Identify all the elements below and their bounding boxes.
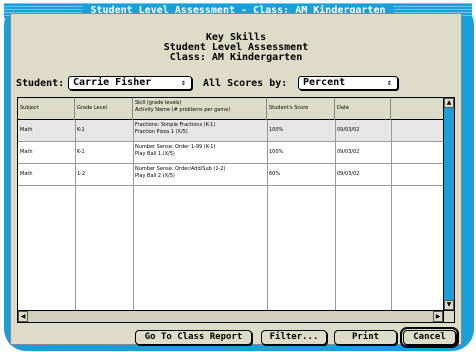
column-divider [391,120,392,310]
horizontal-scrollbar[interactable]: ◀ ▶ [18,310,443,322]
cell-date: 09/03/02 [337,127,360,133]
cell-activity-name: Fraction Pizza 1 (X/5) [135,129,188,135]
cell-activity-name: Play Ball 2 (X/5) [135,173,175,179]
cell-score: 100% [269,149,284,155]
scroll-right-icon[interactable]: ▶ [433,311,443,322]
scrollbar-corner [443,310,454,322]
header-grade-level[interactable]: Grade Level [75,98,133,120]
go-to-class-report-button[interactable]: Go To Class Report [135,330,252,345]
cell-subject: Math [20,171,33,177]
cell-skill: Number Sense: Order/Add/Sub (1-2) Play B… [133,164,267,186]
header-subject[interactable]: Subject [18,98,75,120]
cell-skill-name: Number Sense: Order/Add/Sub (1-2) [135,166,226,172]
cell-activity-name: Play Ball 1 (X/5) [135,151,175,157]
cell-skill-name: Number Sense: Order 1-99 (K-1) [135,144,216,150]
header-skill[interactable]: Skill (grade levels) Activity Name (# pr… [133,98,267,120]
column-divider [75,120,76,310]
screen: Student Level Assessment - Class: AM Kin… [0,0,476,352]
column-divider [335,120,336,310]
cell-grade: K-1 [77,127,85,133]
scores-label: All Scores by: [203,78,288,89]
table-row[interactable]: Math 1-2 Number Sense: Order/Add/Sub (1-… [18,164,443,186]
results-table: Subject Grade Level Skill (grade levels)… [17,97,455,323]
cell-subject: Math [20,127,33,133]
cell-date: 09/03/02 [337,171,360,177]
cell-skill: Number Sense: Order 1-99 (K-1) Play Ball… [133,142,267,164]
vertical-scrollbar[interactable]: ▲ ▼ [443,98,454,310]
cell-score: 100% [269,127,284,133]
table-row[interactable]: Math K-1 Number Sense: Order 1-99 (K-1) … [18,142,443,164]
cell-grade: K-1 [77,149,85,155]
scroll-up-icon[interactable]: ▲ [444,98,454,108]
scroll-left-icon[interactable]: ◀ [18,311,28,322]
cell-grade: 1-2 [77,171,86,177]
header-date[interactable]: Date [335,98,391,120]
cell-date: 09/03/02 [337,149,360,155]
column-divider [133,120,134,310]
scroll-down-icon[interactable]: ▼ [444,300,454,310]
column-divider [267,120,268,310]
header-skill-line-1: Skill (grade levels) [135,100,182,106]
cancel-button[interactable]: Cancel [400,327,459,348]
popup-arrows-icon: ⇕ [181,78,186,87]
scores-select[interactable]: Percent ⇕ [298,76,398,90]
student-select[interactable]: Carrie Fisher ⇕ [68,76,192,90]
scores-select-value: Percent [303,77,346,88]
student-label: Student: [16,78,65,89]
report-heading: Key Skills Student Level Assessment Clas… [11,33,461,63]
header-score[interactable]: Student's Score [267,98,335,120]
cell-score: 60% [269,171,281,177]
filter-button[interactable]: Filter... [261,330,327,345]
cell-skill: Fractions: Simple Fractions (K-1) Fracti… [133,120,267,142]
table-header: Subject Grade Level Skill (grade levels)… [18,98,443,120]
header-skill-line-2: Activity Name (# problems per game) [135,107,231,113]
table-row[interactable]: Math K-1 Fractions: Simple Fractions (K-… [18,120,443,142]
window-content: Key Skills Student Level Assessment Clas… [10,13,462,348]
student-select-value: Carrie Fisher [73,77,152,88]
print-button[interactable]: Print [334,330,397,345]
cell-skill-name: Fractions: Simple Fractions (K-1) [135,122,216,128]
popup-arrows-icon: ⇕ [387,78,392,87]
heading-line-3: Class: AM Kindergarten [169,52,303,63]
cell-subject: Math [20,149,33,155]
